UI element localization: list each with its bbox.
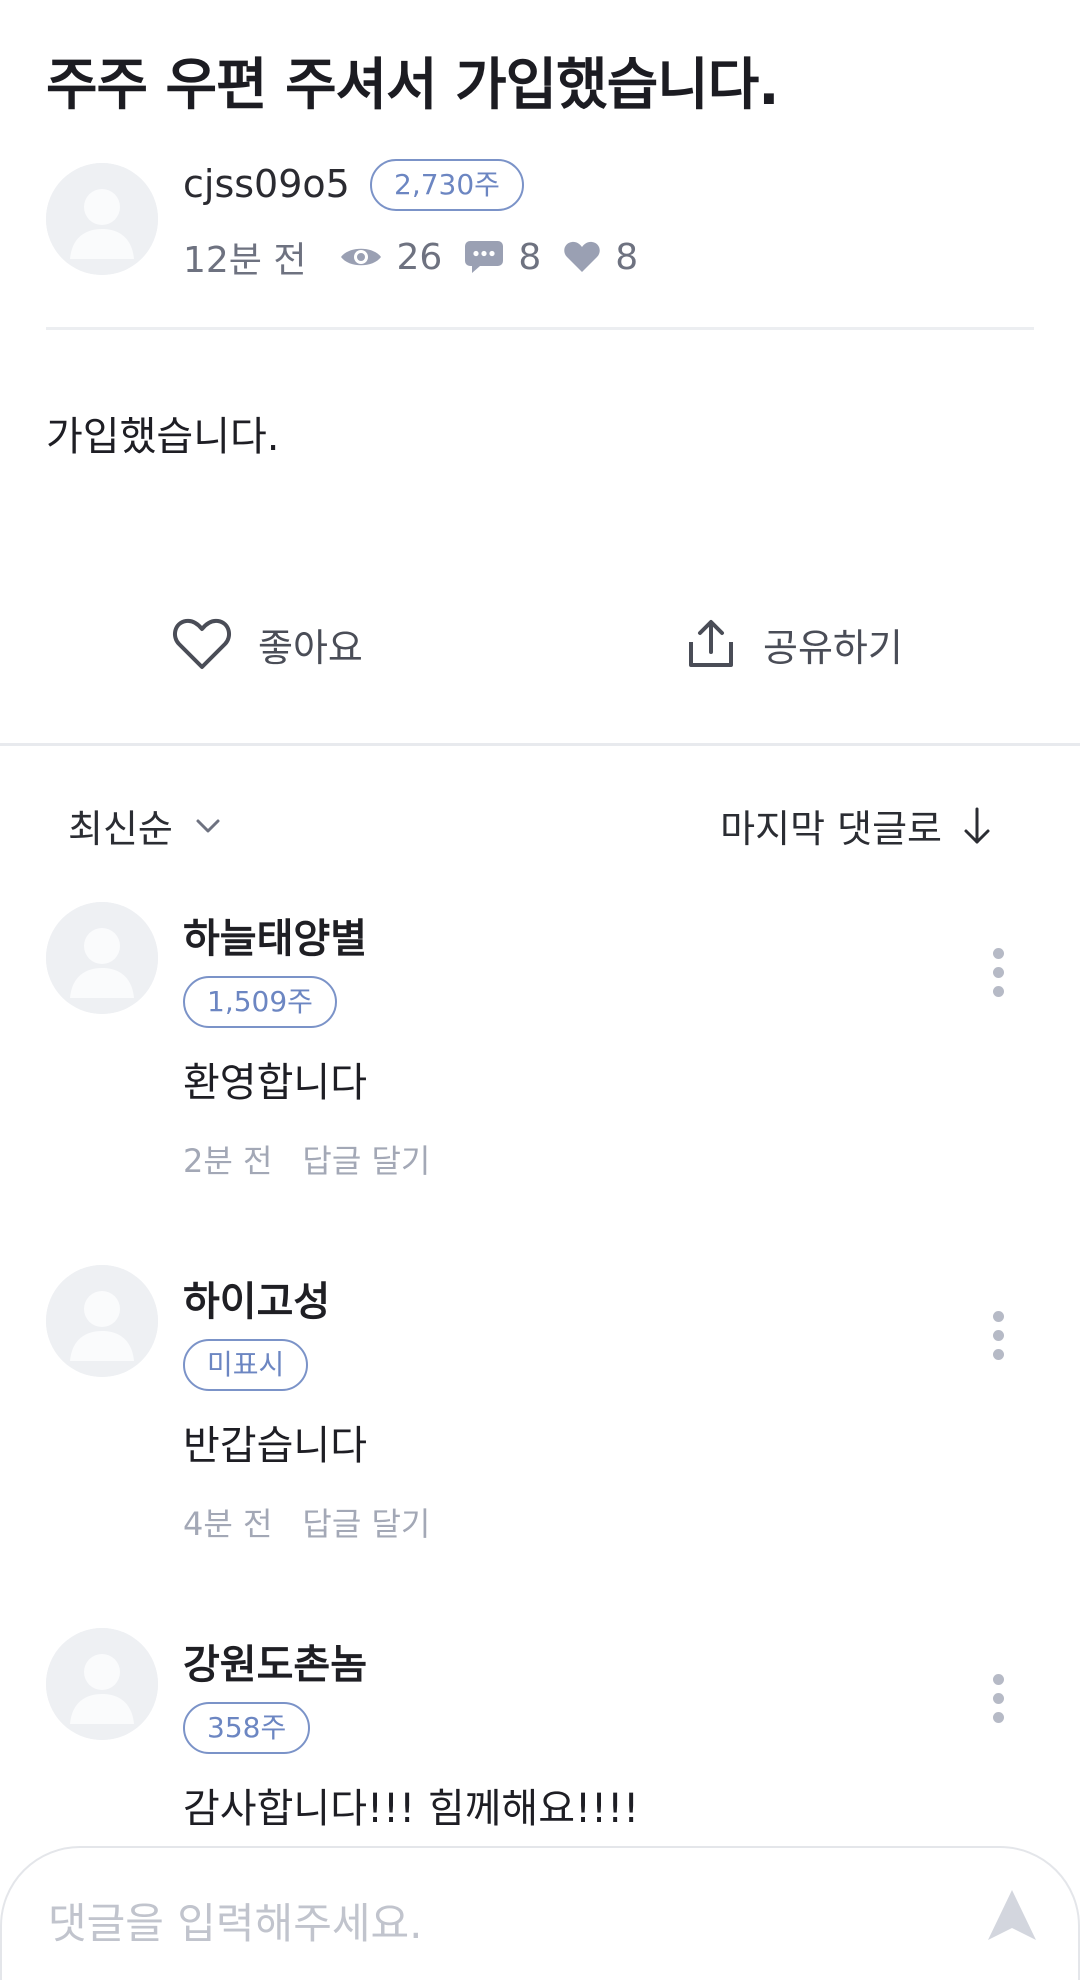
- comment-meta: 2분 전 답글 달기: [183, 1136, 430, 1182]
- comment-item: 하늘태양별 1,509주 환영합니다 2분 전 답글 달기: [0, 902, 1080, 1202]
- sort-order-dropdown[interactable]: 최신순: [68, 798, 221, 853]
- comment-input-bar: [0, 1846, 1080, 1980]
- share-button-label: 공유하기: [763, 625, 903, 670]
- chevron-down-icon: [196, 819, 220, 832]
- share-icon: [689, 620, 733, 667]
- comment-time: 4분 전: [183, 1505, 273, 1543]
- commenter-share-badge: 미표시: [183, 1339, 309, 1391]
- kebab-menu-icon[interactable]: [988, 1674, 1008, 1724]
- commenter-name[interactable]: 하이고성: [183, 1269, 330, 1327]
- reply-button[interactable]: 답글 달기: [302, 1136, 430, 1182]
- sort-order-label: 최신순: [68, 807, 173, 851]
- jump-label: 마지막 댓글로: [720, 807, 942, 851]
- heart-icon: [564, 241, 600, 272]
- like-count-value: 8: [615, 236, 639, 278]
- default-avatar-icon: [46, 163, 158, 275]
- commenter-share-badge: 358주: [183, 1702, 311, 1754]
- kebab-menu-icon[interactable]: [988, 1311, 1008, 1361]
- comment-item: 하이고성 미표시 반갑습니다 4분 전 답글 달기: [0, 1265, 1080, 1565]
- post-title: 주주 우편 주셔서 가입했습니다.: [46, 53, 780, 118]
- like-button[interactable]: 좋아요: [172, 612, 363, 676]
- view-count-value: 26: [396, 236, 443, 278]
- commenter-avatar[interactable]: [46, 1265, 158, 1377]
- arrow-down-icon: [964, 807, 990, 843]
- view-count: 26: [339, 236, 443, 278]
- comment-text: 반갑습니다: [183, 1423, 367, 1469]
- commenter-avatar[interactable]: [46, 902, 158, 1014]
- share-button[interactable]: 공유하기: [685, 612, 903, 676]
- author-name[interactable]: cjss09o5: [183, 162, 350, 206]
- header-divider: [46, 327, 1034, 330]
- comment-count: 8: [464, 237, 541, 278]
- like-count: 8: [563, 237, 638, 278]
- send-button[interactable]: [986, 1888, 1038, 1942]
- commenter-share-badge: 1,509주: [183, 976, 337, 1028]
- post-meta: 12분 전 26 8 8: [183, 232, 660, 282]
- default-avatar-icon: [46, 902, 158, 1014]
- post-time: 12분 전: [183, 240, 307, 281]
- eye-icon: [340, 248, 381, 266]
- comment-meta: 4분 전 답글 달기: [183, 1499, 430, 1545]
- jump-to-last-comment-button[interactable]: 마지막 댓글로: [720, 798, 992, 853]
- comment-time: 2분 전: [183, 1142, 273, 1180]
- send-icon: [988, 1890, 1036, 1940]
- heart-outline-icon: [172, 618, 232, 669]
- kebab-menu-icon[interactable]: [988, 948, 1008, 998]
- post-detail-page: 주주 우편 주셔서 가입했습니다. cjss09o5 2,730주 12분 전 …: [0, 0, 1080, 1980]
- comment-text: 감사합니다!!! 힘께해요!!!!: [183, 1786, 640, 1832]
- post-body: 가입했습니다.: [46, 414, 280, 460]
- author-avatar[interactable]: [46, 163, 158, 275]
- default-avatar-icon: [46, 1628, 158, 1740]
- default-avatar-icon: [46, 1265, 158, 1377]
- comment-input[interactable]: [48, 1888, 948, 1958]
- section-divider: [0, 743, 1080, 746]
- commenter-name[interactable]: 강원도촌놈: [183, 1632, 367, 1690]
- comment-count-value: 8: [518, 236, 542, 278]
- like-button-label: 좋아요: [258, 625, 363, 670]
- comment-text: 환영합니다: [183, 1060, 367, 1106]
- author-share-badge: 2,730주: [370, 159, 524, 211]
- commenter-name[interactable]: 하늘태양별: [183, 906, 367, 964]
- reply-button[interactable]: 답글 달기: [302, 1499, 430, 1545]
- commenter-avatar[interactable]: [46, 1628, 158, 1740]
- speech-bubble-icon: [465, 241, 504, 273]
